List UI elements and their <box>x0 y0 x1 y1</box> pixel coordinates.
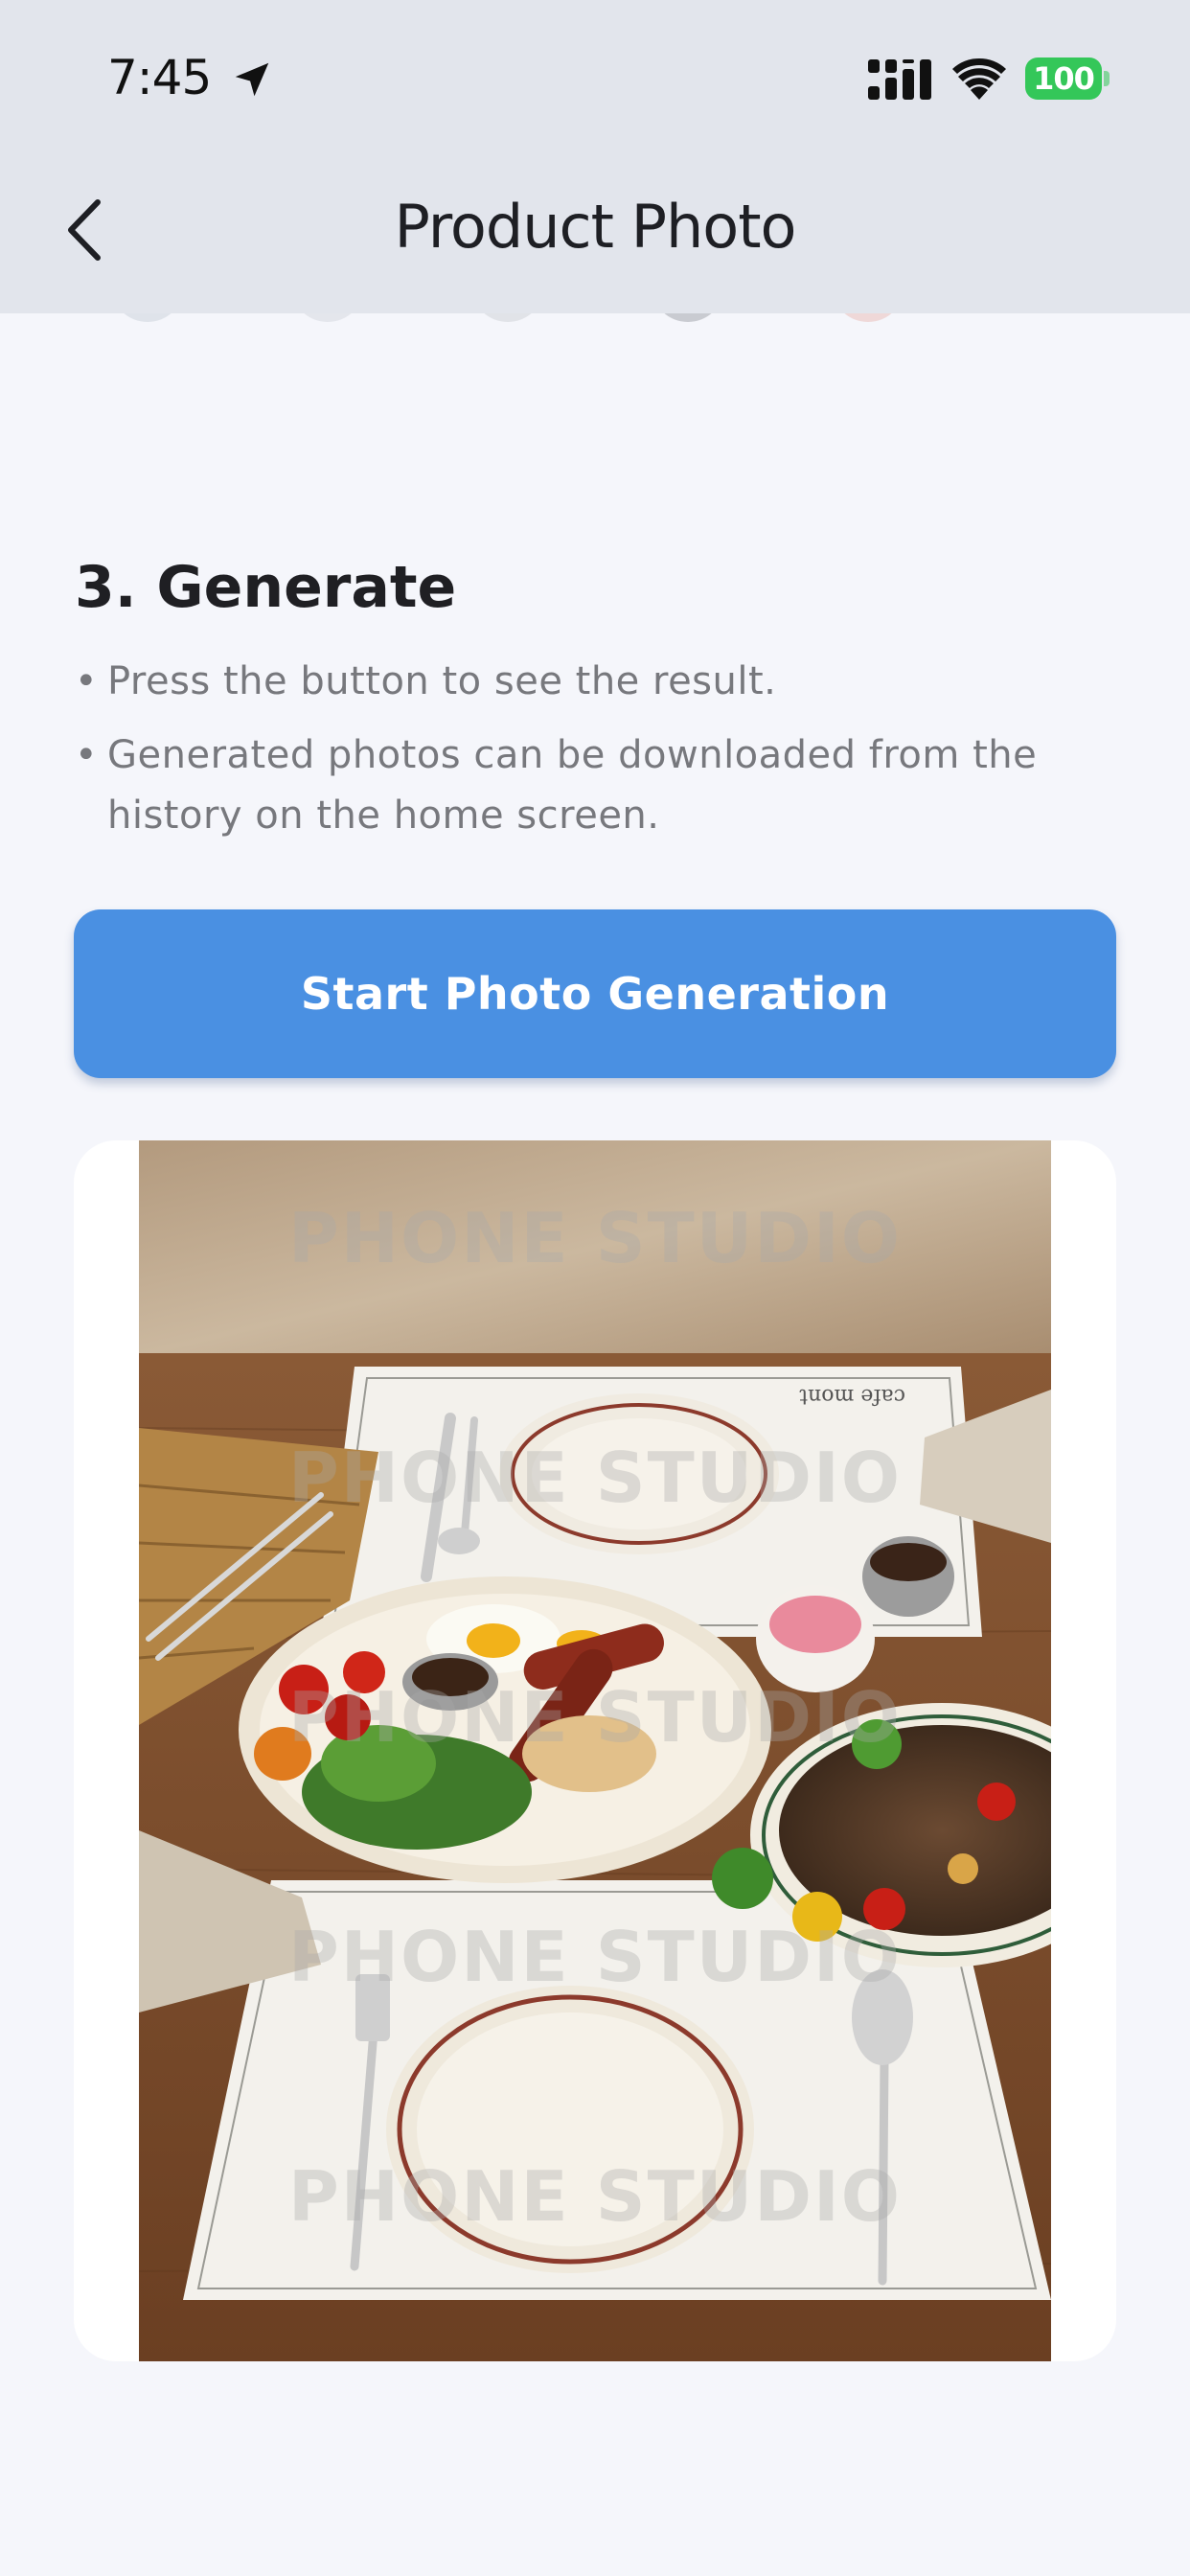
bullet-dot: • <box>75 733 99 777</box>
instruction-list: • Press the button to see the result. • … <box>75 652 1119 846</box>
bullet-dot: • <box>75 659 99 703</box>
battery-indicator: 100 <box>1025 58 1110 100</box>
battery-level: 100 <box>1033 60 1095 97</box>
cellular-signal-icon <box>868 59 931 100</box>
list-item: • Generated photos can be downloaded fro… <box>75 725 1119 846</box>
list-item: • Press the button to see the result. <box>75 652 1119 712</box>
generated-photo: cafe mont <box>139 1140 1051 2361</box>
location-arrow-icon <box>235 62 269 97</box>
menu-brand-text: cafe mont <box>799 1384 905 1408</box>
wifi-icon <box>952 58 1006 100</box>
top-bar: 7:45 100 Product Photo <box>0 0 1190 313</box>
start-photo-generation-button[interactable]: Start Photo Generation <box>74 909 1116 1078</box>
bullet-text: Press the button to see the result. <box>107 659 777 703</box>
status-time: 7:45 <box>107 50 212 105</box>
bullet-text: Generated photos can be downloaded from … <box>107 733 1038 838</box>
section-title: 3. Generate <box>75 554 457 621</box>
page-title: Product Photo <box>394 192 797 262</box>
generated-photo-card[interactable]: cafe mont PHONE STUDIO PHONE STUDIO PHON… <box>74 1140 1116 2361</box>
